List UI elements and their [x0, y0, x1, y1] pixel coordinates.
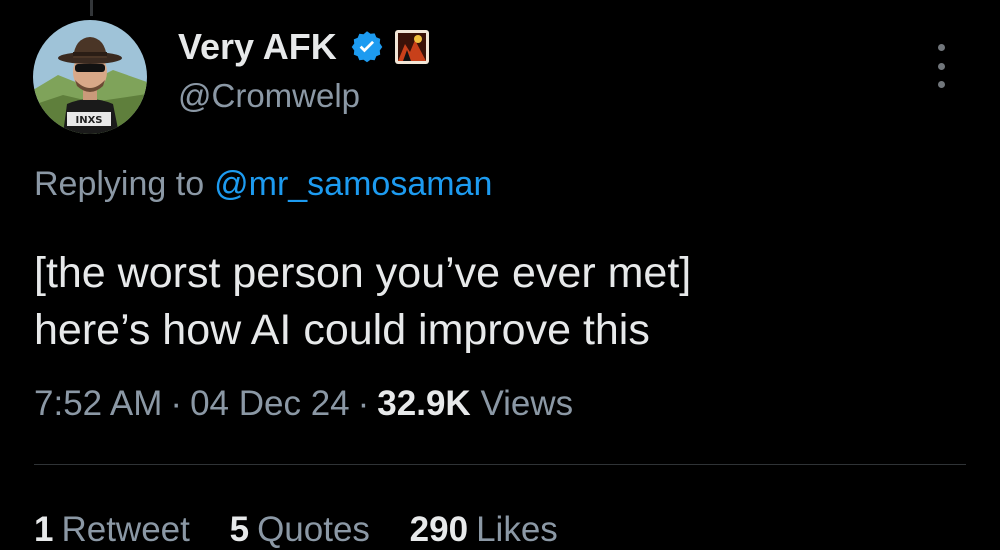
tweet-time[interactable]: 7:52 AM — [34, 384, 162, 423]
views-count: 32.9K — [377, 384, 471, 423]
likes-count: 290 — [409, 510, 469, 549]
tweet-meta: 7:52 AM · 04 Dec 24 · 32.9K Views — [34, 384, 573, 424]
svg-text:INXS: INXS — [75, 115, 102, 126]
author-handle[interactable]: @Cromwelp — [178, 77, 360, 115]
views-label: Views — [480, 384, 574, 423]
author-display-name[interactable]: Very AFK — [178, 26, 337, 68]
stats-divider — [34, 464, 966, 465]
more-options-icon[interactable] — [926, 44, 956, 88]
meta-separator: · — [357, 384, 370, 423]
affiliate-badge-icon[interactable] — [394, 30, 429, 64]
quotes-count: 5 — [229, 510, 250, 549]
tweet-text-line: here’s how AI could improve this — [34, 306, 650, 354]
retweets-stat[interactable]: 1 Retweet — [34, 510, 190, 549]
tweet-text-line: [the worst person you’ve ever met] — [34, 249, 692, 297]
replying-to-label: Replying to — [34, 165, 205, 203]
verified-badge-icon[interactable] — [349, 29, 385, 65]
avatar[interactable]: INXS — [33, 20, 147, 134]
retweets-count: 1 — [34, 510, 54, 549]
avatar-photo-icon: INXS — [33, 20, 147, 134]
likes-stat[interactable]: 290 Likes — [410, 510, 558, 549]
thread-connector-line — [90, 0, 93, 16]
reply-context: Replying to @mr_samosaman — [34, 165, 492, 204]
engagement-stats: 1 Retweet 5 Quotes 290 Likes — [34, 510, 588, 550]
tweet-date[interactable]: 04 Dec 24 — [190, 384, 350, 423]
tweet-text: [the worst person you’ve ever met] here’… — [34, 245, 974, 359]
quotes-label: Quotes — [257, 510, 370, 549]
reply-mention-link[interactable]: @mr_samosaman — [214, 165, 492, 203]
author-name-row: Very AFK — [178, 24, 429, 70]
retweets-label: Retweet — [61, 510, 190, 549]
likes-label: Likes — [476, 510, 558, 549]
quotes-stat[interactable]: 5 Quotes — [230, 510, 370, 549]
meta-separator: · — [170, 384, 183, 423]
